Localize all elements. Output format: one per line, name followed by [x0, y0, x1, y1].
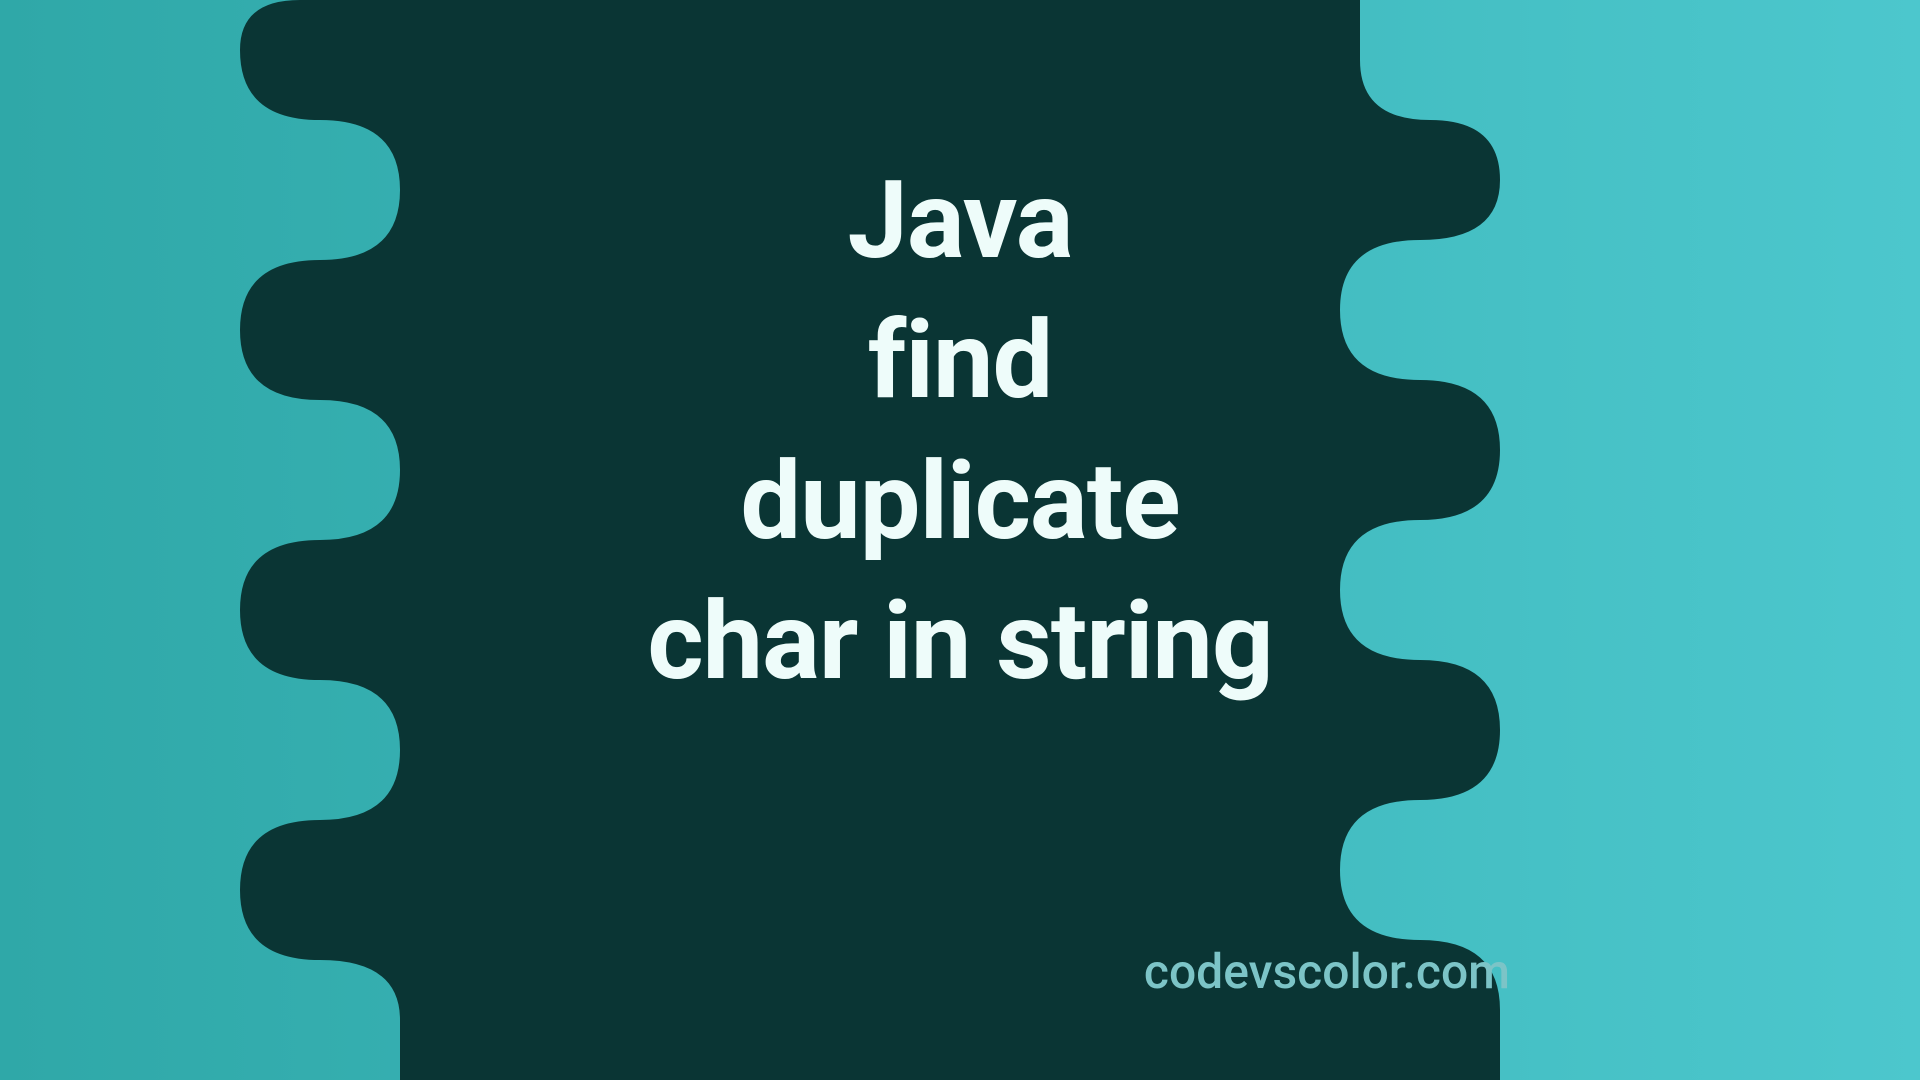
title-line-3: duplicate — [647, 432, 1272, 572]
title-line-4: char in string — [647, 572, 1272, 712]
title-line-2: find — [647, 292, 1272, 432]
banner-title: Java find duplicate char in string — [647, 151, 1272, 713]
title-line-1: Java — [647, 151, 1272, 291]
banner-container: Java find duplicate char in string codev… — [0, 0, 1920, 1080]
footer-site-name: codevscolor.com — [1144, 943, 1510, 1000]
title-container: Java find duplicate char in string — [647, 151, 1272, 713]
